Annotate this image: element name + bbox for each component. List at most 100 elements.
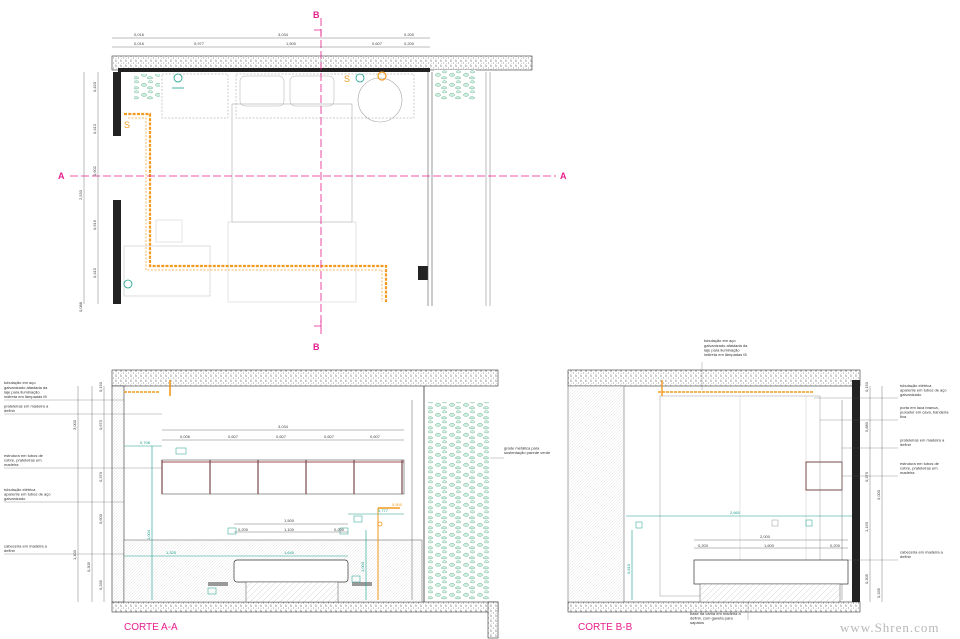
plan-left-dim-outer-2: 0,088 [78, 301, 83, 312]
bb-note-5: cabeceira em madeira a definir [900, 549, 944, 559]
plan-lamp-3 [123, 279, 133, 289]
bb-bed-mattress [693, 559, 849, 585]
aa-vdim-4: 0,600 [98, 513, 103, 524]
aa-bed-dim-3: 0,200 [334, 527, 345, 532]
bb-top-note: tubulação em aço galvanizado afastada da l… [704, 338, 748, 357]
plan-right-pillar [418, 266, 428, 280]
bb-vdim-1: 0,150 [864, 381, 869, 392]
aa-vdim-5: 1,400 [72, 549, 77, 560]
plan-desk [123, 245, 211, 297]
plan-top-dim-8: 0,200 [404, 41, 415, 46]
plan-left-dim-inner-4: 0,616 [92, 219, 97, 230]
aa-vdim-6: 0,305 [86, 561, 91, 572]
plan-left-dim-inner-1: 0,420 [92, 81, 97, 92]
aa-note-5: cabeceira em madeira a definir [4, 543, 48, 553]
bb-bed-dim-2: 1,600 [764, 543, 775, 548]
plan-left-wall-upper [113, 72, 121, 136]
plan-pillow-2 [289, 75, 335, 107]
aa-right-note: grade metálica para sustentação parede ve… [504, 445, 551, 455]
aa-green-dim-7: 1,000 [360, 561, 365, 572]
aa-bed-dim-2: 1,100 [284, 527, 295, 532]
aa-shelf-dim-2: 0,607 [228, 434, 239, 439]
architectural-drawing-sheet: S S A A B B 0,016 3,034 0,200 0,016 0,97… [4, 10, 949, 639]
plan-top-wall [111, 55, 533, 71]
plan-plant-left [134, 74, 160, 100]
aa-shelf-dim-1: 0,006 [180, 434, 191, 439]
aa-left-wall [111, 385, 125, 603]
bb-bed-dim-1: 0,200 [698, 543, 709, 548]
plan-pillow-1 [239, 75, 285, 107]
aa-note-3: estrutura em tubos de cobre, prateleiras … [4, 453, 44, 467]
bb-right-wall [852, 380, 860, 602]
plan-left-wall-lower [113, 200, 121, 304]
plan-nightstand-right [235, 73, 415, 119]
plan-left-dim-inner-5: 0,415 [92, 267, 97, 278]
bb-top-slab [567, 369, 861, 387]
bb-green-dim-1: 2,660 [730, 510, 741, 515]
plan-left-dim-outer-1: 2,533 [78, 189, 83, 200]
aa-left-notes: tubulação em aço galvanizado afastada da l… [4, 380, 162, 555]
aa-bed-mattress [233, 559, 349, 583]
plan-lamp-orange [377, 71, 387, 81]
aa-green-dim-4: 0,777 [378, 508, 389, 513]
bb-bed-dim-3: 0,200 [830, 543, 841, 548]
aa-nightstand-left [208, 582, 228, 586]
aa-vdim-7: 0,335 [98, 579, 103, 590]
plan-socket-label-left: S [124, 120, 130, 130]
plan-plant-right [434, 70, 476, 100]
aa-floor-step [487, 601, 499, 639]
plan-nightstand-left [161, 73, 229, 119]
plan-round-table [357, 77, 403, 123]
aa-vdim-1: 0,150 [98, 381, 103, 392]
plan-lamp-2 [355, 73, 365, 83]
plan-top-dim-7: 0,607 [372, 41, 383, 46]
aa-shelf-dim-total: 3,034 [278, 424, 289, 429]
aa-shelf-dim-3: 0,607 [276, 434, 287, 439]
bb-vdim-6: 0,335 [876, 587, 881, 598]
bb-vdim-7: 3,000 [876, 489, 881, 500]
aa-bed-base [245, 581, 339, 603]
plan-top-dim-6: 1,500 [286, 41, 297, 46]
bb-left-wall [567, 385, 625, 603]
plan-left-dim-inner-3: 0,602 [92, 165, 97, 176]
aa-green-dim-2: 1,325 [166, 550, 177, 555]
bb-note-1: tubulação elétrica aparente em tubos de a… [900, 383, 947, 397]
aa-shelf-dim-4: 0,607 [324, 434, 335, 439]
bb-bed-base [699, 583, 841, 603]
bb-green-dim-2: 0,810 [626, 563, 631, 574]
bb-title: CORTE B-B [578, 622, 633, 633]
aa-vdim-8: 3,000 [72, 419, 77, 430]
watermark: www.Shren.com [840, 620, 940, 635]
aa-vdim-3: 0,370 [98, 471, 103, 482]
aa-green-dim-6: 1,004 [146, 529, 151, 540]
bb-vdim-5: 0,305 [864, 573, 869, 584]
aa-vdim-2: 0,670 [98, 419, 103, 430]
section-b-label-bottom: B [313, 342, 320, 352]
plan-top-dim-4: 0,016 [134, 41, 145, 46]
aa-bed-dim-1: 0,200 [238, 527, 249, 532]
section-a-label-right: A [560, 171, 567, 181]
plan-bed [231, 103, 353, 223]
bb-vdim-2: 0,880 [864, 421, 869, 432]
plan-top-dim-5: 0,977 [194, 41, 205, 46]
plan-electrical-conduit [124, 112, 388, 302]
aa-note-1: tubulação em aço galvanizado afastada da l… [4, 380, 48, 399]
section-b-label-top: B [313, 10, 320, 20]
plan-top-dim-2: 3,034 [278, 32, 289, 37]
aa-green-wall [428, 402, 490, 600]
plan-top-dim-3: 0,200 [404, 32, 415, 37]
plan-top-dim-1: 0,016 [134, 32, 145, 37]
aa-green-dim-3: 1,640 [284, 550, 295, 555]
section-bb: 2,660 0,810 2,000 0,200 1,600 0,200 0,15… [567, 338, 949, 633]
bb-vdim-3: 0,370 [864, 471, 869, 482]
bb-bed-dim-total: 2,000 [760, 534, 771, 539]
bb-note-4: estrutura em tubos de cobre, prateleiras … [900, 461, 940, 475]
bb-shelf-box [805, 461, 843, 491]
aa-shelf-unit [161, 459, 405, 495]
plan-chair [155, 219, 183, 243]
plan-top-wall-black [118, 68, 430, 72]
aa-bed-dim-total: 1,500 [284, 518, 295, 523]
aa-green-dim-5: 0,500 [392, 502, 403, 507]
bb-right-notes: tubulação elétrica aparente em tubos de a… [814, 383, 949, 561]
bb-bottom-note: base da cama em madeira a definir, com ga… [690, 611, 741, 625]
